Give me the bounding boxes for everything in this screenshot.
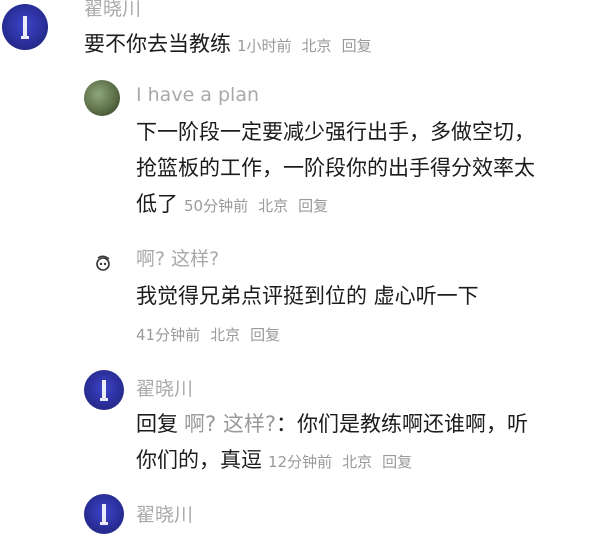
comment-meta: 50分钟前 北京 回复 — [184, 197, 338, 215]
comment-body-line: ：你们是教练啊还谁啊，听 — [275, 412, 528, 436]
comment-username[interactable]: 翟晓川 — [136, 374, 193, 401]
comment-meta: 12分钟前 北京 回复 — [268, 453, 422, 471]
reply-to-username[interactable]: 啊? 这样? — [184, 412, 276, 436]
reply-button[interactable]: 回复 — [382, 453, 412, 471]
comment-body-line: 下一阶段一定要减少强行出手，多做空切， — [136, 120, 535, 144]
comment-meta: 41分钟前 北京 回复 — [136, 324, 290, 345]
comment-body-line: 你们的，真逗 — [136, 448, 262, 472]
comment-time: 50分钟前 — [184, 197, 249, 215]
comment-location: 北京 — [342, 453, 373, 471]
person-silhouette-icon — [100, 504, 108, 525]
comment-username[interactable]: 翟晓川 — [84, 0, 141, 21]
reply-button[interactable]: 回复 — [342, 37, 372, 55]
comment-time: 1小时前 — [237, 37, 292, 55]
person-silhouette-icon — [100, 380, 108, 401]
comment-location: 北京 — [301, 37, 332, 55]
avatar[interactable] — [84, 370, 124, 410]
comment-text: 回复 啊? 这样?：你们是教练啊还谁啊，听 你们的，真逗 12分钟前 北京 回复 — [136, 406, 591, 480]
avatar[interactable] — [84, 80, 120, 116]
reply-button[interactable]: 回复 — [250, 326, 280, 344]
comment-time: 41分钟前 — [136, 326, 201, 344]
comment-location: 北京 — [258, 197, 289, 215]
comment-username[interactable]: 翟晓川 — [136, 500, 193, 527]
comment-username[interactable]: I have a plan — [136, 84, 259, 106]
comment-location: 北京 — [210, 326, 241, 344]
comment-body-line: 低了 — [136, 192, 178, 216]
person-silhouette-icon — [21, 16, 29, 39]
comment-body-line: 抢篮板的工作，一阶段你的出手得分效率太 — [136, 156, 535, 180]
avatar[interactable] — [2, 4, 48, 50]
comment-text: 我觉得兄弟点评挺到位的 虚心听一下 — [136, 284, 479, 308]
comment-text: 要不你去当教练 1小时前 北京 回复 — [84, 26, 382, 64]
reply-prefix: 回复 — [136, 412, 178, 436]
comment-meta: 1小时前 北京 回复 — [237, 37, 382, 55]
reply-button[interactable]: 回复 — [298, 197, 328, 215]
comment-username[interactable]: 啊? 这样? — [136, 244, 219, 271]
comment-text: 下一阶段一定要减少强行出手，多做空切， 抢篮板的工作，一阶段你的出手得分效率太 … — [136, 114, 591, 224]
avatar[interactable] — [84, 494, 124, 534]
avatar[interactable] — [92, 252, 114, 274]
doodle-avatar-icon — [96, 255, 110, 271]
comment-body: 要不你去当教练 — [84, 32, 231, 56]
comment-time: 12分钟前 — [268, 453, 333, 471]
